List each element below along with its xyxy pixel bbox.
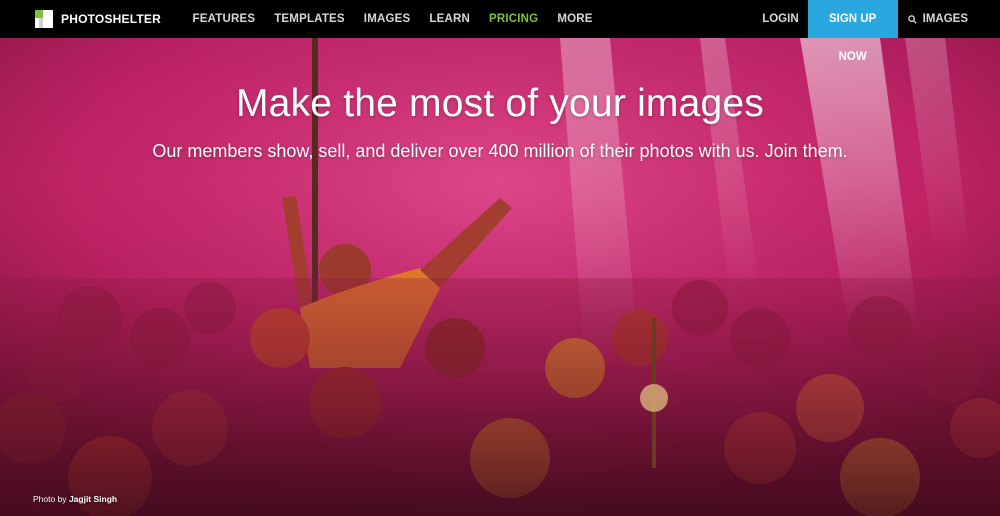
nav-features[interactable]: FEATURES bbox=[183, 0, 265, 38]
nav-images[interactable]: IMAGES bbox=[354, 0, 420, 38]
nav-pricing[interactable]: PRICING bbox=[480, 0, 548, 38]
sign-up-button[interactable]: SIGN UP NOW bbox=[807, 0, 898, 63]
photo-credit-prefix: Photo by bbox=[33, 494, 67, 504]
nav-templates[interactable]: TEMPLATES bbox=[265, 0, 355, 38]
login-link[interactable]: LOGIN bbox=[753, 0, 807, 38]
hero-banner: Make the most of your images Our members… bbox=[0, 38, 1000, 516]
hero-subtitle: Our members show, sell, and deliver over… bbox=[152, 141, 848, 161]
main-menu: FEATURES TEMPLATES IMAGES LEARN PRICING … bbox=[183, 0, 602, 38]
brand-name: PHOTOSHELTER bbox=[61, 12, 161, 26]
photoshelter-logo-icon bbox=[33, 8, 55, 30]
photographer-link[interactable]: Jagjit Singh bbox=[69, 494, 117, 504]
images-search-label: IMAGES bbox=[922, 13, 968, 25]
top-nav: PHOTOSHELTER FEATURES TEMPLATES IMAGES L… bbox=[0, 0, 1000, 63]
nav-more[interactable]: MORE bbox=[548, 0, 602, 38]
hero-title: Make the most of your images bbox=[236, 82, 764, 125]
account-menu: LOGIN SIGN UP NOW IMAGES bbox=[753, 0, 1000, 63]
images-search-button[interactable]: IMAGES bbox=[898, 0, 1000, 38]
logo[interactable]: PHOTOSHELTER bbox=[33, 8, 161, 30]
nav-learn[interactable]: LEARN bbox=[420, 0, 480, 38]
photo-credit: Photo by Jagjit Singh bbox=[33, 494, 117, 504]
search-icon bbox=[907, 14, 917, 24]
page: PHOTOSHELTER FEATURES TEMPLATES IMAGES L… bbox=[0, 0, 1000, 516]
